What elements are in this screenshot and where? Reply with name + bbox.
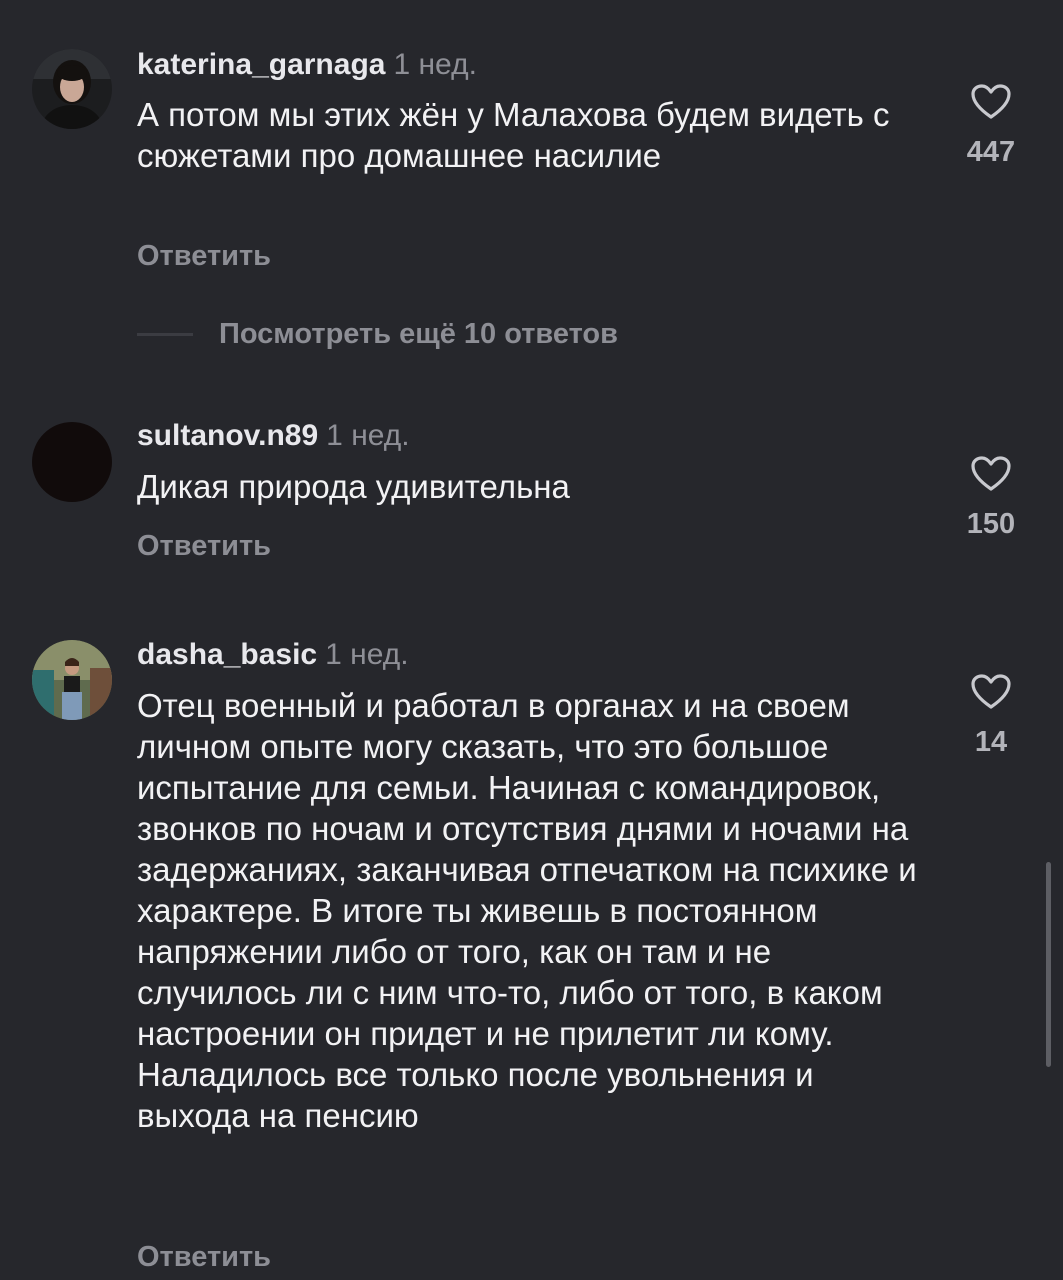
comment-time: 1 нед. — [326, 419, 410, 452]
comment-time: 1 нед. — [393, 48, 477, 81]
avatar[interactable] — [32, 49, 112, 129]
like-count: 447 — [966, 136, 1016, 168]
avatar[interactable] — [32, 640, 112, 720]
comment-meta: dasha_basic 1 нед. — [137, 637, 409, 673]
username[interactable]: sultanov.n89 — [137, 419, 318, 452]
view-more-replies-label: Посмотреть ещё 10 ответов — [219, 317, 618, 350]
heart-outline-icon — [971, 674, 1011, 709]
reply-button[interactable]: Ответить — [137, 1240, 271, 1274]
username[interactable]: dasha_basic — [137, 638, 317, 671]
like-button[interactable]: 14 — [950, 674, 1032, 759]
like-button[interactable]: 447 — [950, 84, 1032, 169]
comments-screen: katerina_garnaga 1 нед. А потом мы этих ж… — [0, 0, 1063, 1280]
reply-button[interactable]: Ответить — [137, 529, 271, 563]
comment-meta: katerina_garnaga 1 нед. — [137, 47, 477, 83]
scrollbar[interactable] — [1046, 862, 1051, 1067]
comment-text: Дикая природа удивительна — [137, 468, 570, 505]
comment-text: Отец военный и работал в органах и на св… — [137, 687, 917, 1134]
comment-text: А потом мы этих жён у Малахова будем вид… — [137, 96, 890, 174]
like-count: 150 — [966, 508, 1016, 540]
reply-button[interactable]: Ответить — [137, 239, 271, 273]
comment-time: 1 нед. — [325, 638, 409, 671]
view-more-replies[interactable]: Посмотреть ещё 10 ответов — [137, 316, 618, 352]
like-button[interactable]: 150 — [950, 456, 1032, 541]
comment-meta: sultanov.n89 1 нед. — [137, 418, 410, 454]
divider — [137, 332, 193, 336]
heart-outline-icon — [971, 456, 1011, 491]
like-count: 14 — [974, 726, 1008, 758]
heart-outline-icon — [971, 84, 1011, 119]
username[interactable]: katerina_garnaga — [137, 48, 385, 81]
avatar[interactable] — [32, 422, 112, 502]
